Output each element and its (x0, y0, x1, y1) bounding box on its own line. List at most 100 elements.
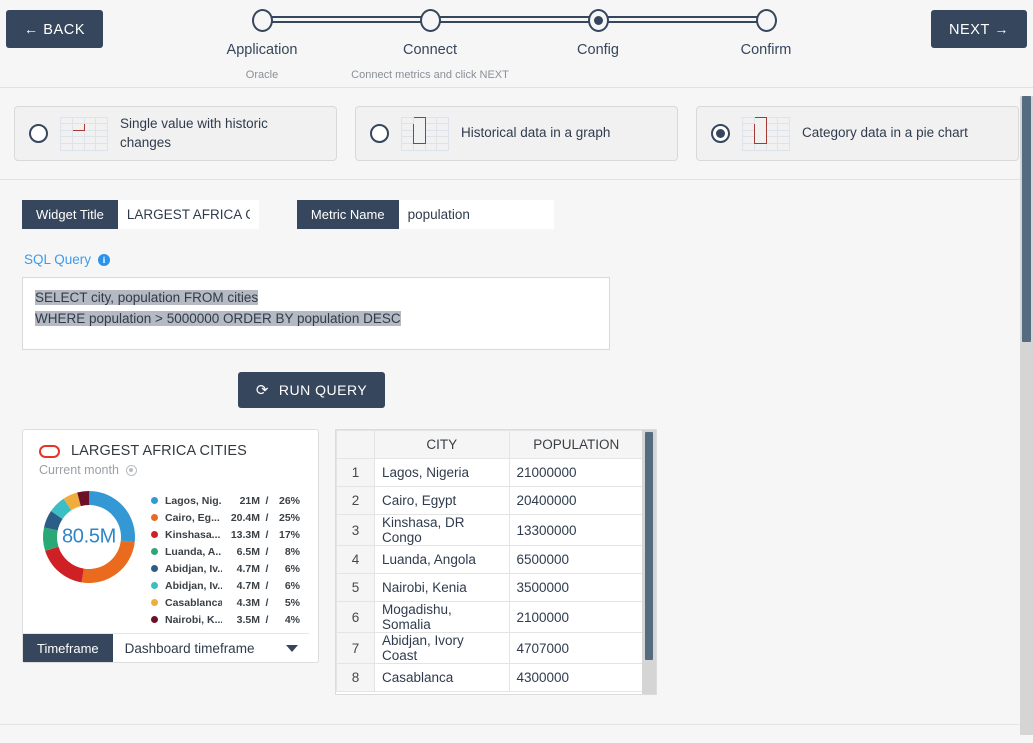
table-header-row: CITY POPULATION (336, 430, 644, 459)
arrow-left-icon: ← (24, 21, 39, 37)
cell-city: Abidjan, Ivory Coast (374, 632, 510, 664)
cell-city: Nairobi, Kenia (374, 573, 510, 602)
legend-value: 4.7M (236, 562, 260, 575)
legend-label: Lagos, Nig... (165, 494, 222, 507)
widget-oval-icon (39, 444, 60, 458)
cell-index: 4 (336, 545, 375, 574)
legend-label: Nairobi, K... (165, 613, 222, 626)
stepper-line (262, 16, 772, 23)
table-row[interactable]: 3 Kinshasa, DR Congo 13300000 (336, 514, 644, 546)
arrow-right-icon: → (994, 21, 1009, 37)
wizard-stepper: Application Connect Config Confirm Oracl… (227, 8, 802, 85)
legend-value: 21M (239, 494, 260, 507)
legend-percent: 8% (284, 545, 300, 558)
metric-name-input[interactable] (398, 200, 554, 229)
legend-separator: / (265, 528, 269, 541)
back-button[interactable]: ← BACK (6, 10, 104, 48)
table-scrollbar-thumb[interactable] (645, 432, 653, 660)
column-header-population: POPULATION (508, 430, 644, 459)
config-scroll-area: Single value with historic changes Histo… (0, 88, 1033, 743)
legend-item[interactable]: Casablanca 4.3M / 5% (151, 594, 300, 611)
legend-percent: 17% (278, 528, 300, 541)
sql-query-line-1: SELECT city, population FROM cities (35, 290, 259, 305)
widget-preview-subtitle-row: Current month (23, 459, 318, 477)
step-label-confirm: Confirm (740, 42, 792, 58)
legend-separator: / (265, 494, 269, 507)
legend-item[interactable]: Kinshasa... 13.3M / 17% (151, 526, 300, 543)
timeframe-dropdown[interactable]: Dashboard timeframe (112, 634, 309, 662)
radio-pie-chart[interactable] (711, 124, 730, 143)
widget-type-single-value[interactable]: Single value with historic changes (14, 106, 337, 161)
metric-name-field: Metric Name (296, 200, 554, 229)
legend-label: Kinshasa... (165, 528, 221, 541)
step-label-connect: Connect (402, 42, 458, 58)
legend-percent: 26% (278, 494, 300, 507)
page-scrollbar-thumb[interactable] (1022, 96, 1031, 342)
sql-query-line-2: WHERE population > 5000000 ORDER BY popu… (35, 311, 401, 326)
legend-item[interactable]: Cairo, Eg... 20.4M / 25% (151, 509, 300, 526)
legend-item[interactable]: Luanda, A... 6.5M / 8% (151, 543, 300, 560)
step-node-connect[interactable] (420, 9, 441, 32)
timeframe-selector: Timeframe Dashboard timeframe (23, 633, 309, 662)
table-row[interactable]: 1 Lagos, Nigeria 21000000 (336, 458, 644, 487)
legend-item[interactable]: Lagos, Nig... 21M / 26% (151, 492, 300, 509)
legend-label: Abidjan, Iv... (165, 562, 222, 575)
cell-population: 3500000 (508, 573, 644, 602)
widget-type-historical-graph[interactable]: Historical data in a graph (355, 106, 678, 161)
metric-name-label: Metric Name (296, 200, 399, 229)
widget-title-input[interactable] (117, 200, 259, 229)
legend-separator: / (265, 562, 269, 575)
table-row[interactable]: 5 Nairobi, Kenia 3500000 (336, 573, 644, 602)
legend-color-dot (151, 514, 158, 521)
legend-value: 4.7M (236, 579, 260, 592)
cell-city: Mogadishu, Somalia (374, 601, 510, 633)
cell-population: 4707000 (508, 632, 644, 664)
query-results-table: CITY POPULATION 1 Lagos, Nigeria 21000000 2… (336, 430, 644, 692)
legend-item[interactable]: Abidjan, Iv... 4.7M / 6% (151, 577, 300, 594)
table-row[interactable]: 6 Mogadishu, Somalia 2100000 (336, 601, 644, 633)
donut-slice[interactable] (45, 546, 84, 583)
table-row[interactable]: 4 Luanda, Angola 6500000 (336, 545, 644, 574)
cell-index: 3 (336, 514, 375, 546)
next-button-label: NEXT (948, 22, 990, 38)
legend-item[interactable]: Abidjan, Iv... 4.7M / 6% (151, 560, 300, 577)
next-button[interactable]: NEXT → (930, 10, 1027, 48)
info-icon[interactable]: i (98, 253, 111, 266)
cell-population: 6500000 (508, 545, 644, 574)
table-scrollbar[interactable] (642, 430, 656, 694)
step-label-application: Application (226, 42, 298, 58)
step-node-confirm[interactable] (756, 9, 777, 32)
sql-query-input[interactable]: SELECT city, population FROM cities WHER… (22, 277, 610, 350)
run-query-button[interactable]: ⟳ RUN QUERY (237, 372, 386, 408)
donut-chart[interactable]: 80.5M (37, 485, 141, 589)
target-icon[interactable] (125, 464, 137, 476)
cell-index: 5 (336, 573, 375, 602)
widget-type-selector: Single value with historic changes Histo… (0, 88, 1033, 161)
cell-population: 21000000 (508, 458, 644, 487)
table-row[interactable]: 7 Abidjan, Ivory Coast 4707000 (336, 632, 644, 664)
donut-slice[interactable] (43, 527, 59, 551)
table-row[interactable]: 2 Cairo, Egypt 20400000 (336, 486, 644, 515)
run-query-row: ⟳ RUN QUERY (0, 350, 1033, 408)
grid-column-icon (742, 116, 790, 151)
cell-index: 8 (336, 663, 375, 692)
widget-title-field: Widget Title (22, 200, 259, 229)
legend-value: 13.3M (230, 528, 260, 541)
cell-city: Lagos, Nigeria (374, 458, 510, 487)
widget-type-pie-chart[interactable]: Category data in a pie chart (696, 106, 1019, 161)
preview-and-results: LARGEST AFRICA CITIES Current month 80.5… (0, 408, 1033, 695)
pie-legend: Lagos, Nig... 21M / 26% Cairo, Eg... 20.4M / 25… (151, 485, 300, 628)
radio-historical-graph[interactable] (370, 124, 389, 143)
legend-percent: 6% (284, 562, 300, 575)
cell-index: 6 (336, 601, 375, 633)
widget-type-label-single-value: Single value with historic changes (120, 116, 268, 150)
legend-value: 4.3M (236, 596, 260, 609)
legend-item[interactable]: Nairobi, K... 3.5M / 4% (151, 611, 300, 628)
legend-value: 6.5M (236, 545, 260, 558)
radio-single-value[interactable] (29, 124, 48, 143)
step-node-application[interactable] (252, 9, 273, 32)
table-row[interactable]: 8 Casablanca 4300000 (336, 663, 644, 692)
page-scrollbar[interactable] (1020, 96, 1033, 735)
legend-label: Luanda, A... (165, 545, 222, 558)
step-node-config[interactable] (588, 9, 609, 32)
